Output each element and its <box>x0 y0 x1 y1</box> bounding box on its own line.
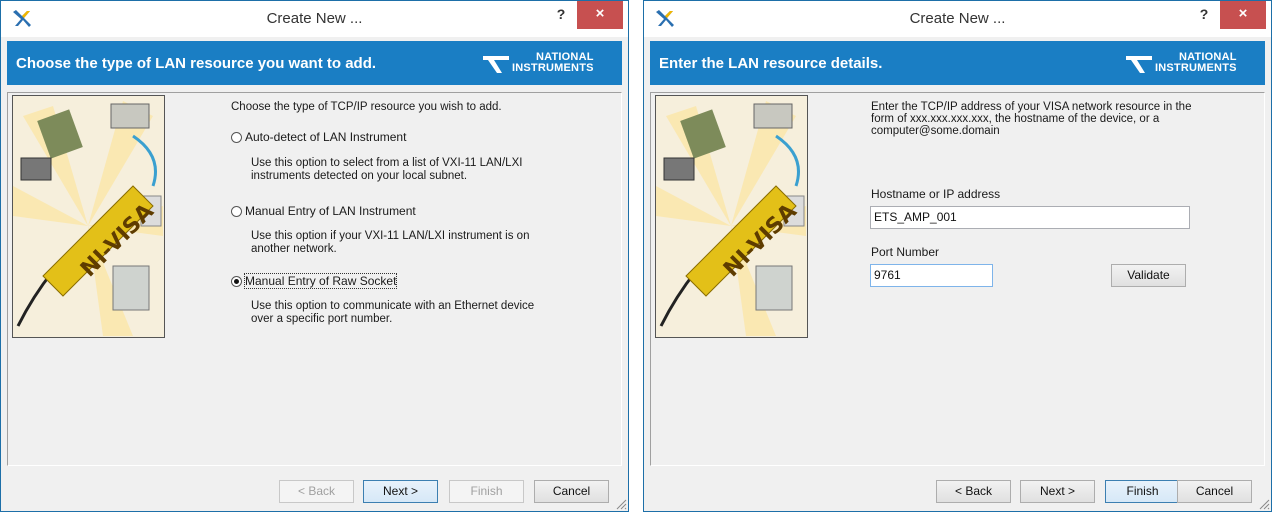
title-bar[interactable]: Create New ... ? × <box>1 1 628 37</box>
banner-title: Choose the type of LAN resource you want… <box>16 55 377 72</box>
manual-lan-label[interactable]: Manual Entry of LAN Instrument <box>245 204 416 218</box>
raw-socket-radio[interactable] <box>231 276 242 287</box>
help-button[interactable]: ? <box>548 3 574 27</box>
create-new-dialog-right: Create New ... ? × Enter the LAN resourc… <box>643 0 1272 512</box>
hostname-label: Hostname or IP address <box>871 187 1001 201</box>
banner-title: Enter the LAN resource details. <box>659 55 883 72</box>
manual-lan-radio[interactable] <box>231 206 242 217</box>
close-button[interactable]: × <box>577 1 623 29</box>
title-bar[interactable]: Create New ... ? × <box>644 1 1271 37</box>
create-new-dialog-left: Create New ... ? × Choose the type of LA… <box>0 0 629 512</box>
help-button[interactable]: ? <box>1191 3 1217 27</box>
intro-line-1: Enter the TCP/IP address of your VISA ne… <box>871 101 1192 113</box>
back-button[interactable]: < Back <box>936 480 1011 503</box>
resize-grip-icon[interactable] <box>615 498 627 510</box>
raw-socket-desc-1: Use this option to communicate with an E… <box>251 300 535 312</box>
brand-line2: INSTRUMENTS <box>512 62 594 74</box>
cancel-button[interactable]: Cancel <box>534 480 609 503</box>
next-button[interactable]: Next > <box>1020 480 1095 503</box>
finish-button[interactable]: Finish <box>449 480 524 503</box>
national-instruments-logo: NATIONAL INSTRUMENTS <box>482 51 614 77</box>
cancel-button[interactable]: Cancel <box>1177 480 1252 503</box>
auto-detect-radio[interactable] <box>231 132 242 143</box>
resize-grip-icon[interactable] <box>1258 498 1270 510</box>
auto-detect-desc-1: Use this option to select from a list of… <box>251 157 523 169</box>
port-number-input[interactable]: 9761 <box>870 264 993 287</box>
ni-eagle-icon <box>483 56 509 73</box>
intro-text: Choose the type of TCP/IP resource you w… <box>231 101 502 113</box>
back-button[interactable]: < Back <box>279 480 354 503</box>
header-banner: Enter the LAN resource details. NATIONAL… <box>650 41 1265 85</box>
ni-eagle-icon <box>1126 56 1152 73</box>
next-button[interactable]: Next > <box>363 480 438 503</box>
finish-button[interactable]: Finish <box>1105 480 1180 503</box>
national-instruments-logo: NATIONAL INSTRUMENTS <box>1125 51 1257 77</box>
manual-lan-desc-2: another network. <box>251 243 337 255</box>
manual-lan-desc-1: Use this option if your VXI-11 LAN/LXI i… <box>251 230 530 242</box>
hostname-input[interactable]: ETS_AMP_001 <box>870 206 1190 229</box>
port-number-label: Port Number <box>871 245 940 259</box>
intro-line-2: form of xxx.xxx.xxx.xxx, the hostname of… <box>871 113 1160 125</box>
window-title: Create New ... <box>909 10 1006 27</box>
radio-selected-dot <box>234 279 239 284</box>
brand-line2: INSTRUMENTS <box>1155 62 1237 74</box>
raw-socket-label[interactable]: Manual Entry of Raw Socket <box>243 273 398 289</box>
ni-visa-illustration: NI-VISA <box>655 95 808 338</box>
auto-detect-label[interactable]: Auto-detect of LAN Instrument <box>245 130 406 144</box>
intro-line-3: computer@some.domain <box>871 125 1000 137</box>
header-banner: Choose the type of LAN resource you want… <box>7 41 622 85</box>
validate-button[interactable]: Validate <box>1111 264 1186 287</box>
window-title: Create New ... <box>266 10 363 27</box>
auto-detect-desc-2: instruments detected on your local subne… <box>251 170 468 182</box>
raw-socket-desc-2: over a specific port number. <box>251 313 393 325</box>
close-button[interactable]: × <box>1220 1 1266 29</box>
ni-visa-illustration: NI-VISA <box>12 95 165 338</box>
